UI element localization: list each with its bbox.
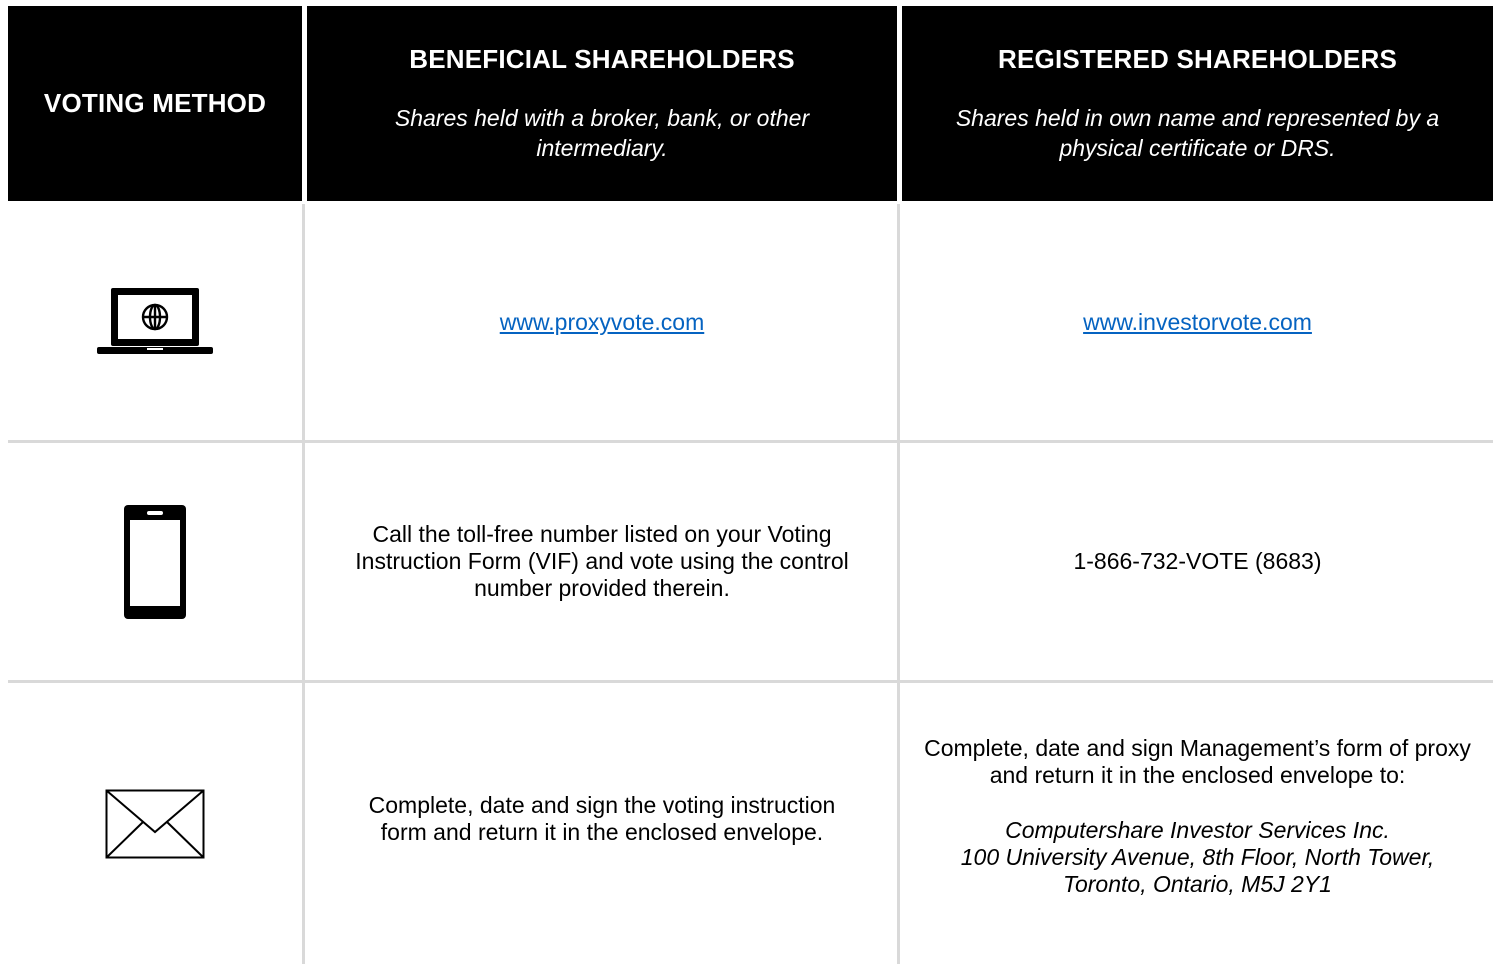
registered-title: REGISTERED SHAREHOLDERS bbox=[998, 44, 1397, 74]
registered-subtitle: Shares held in own name and represented … bbox=[955, 105, 1440, 161]
registered-mail-text: Complete, date and sign Management’s for… bbox=[924, 735, 1471, 788]
beneficial-telephone-text: Call the toll-free number listed on your… bbox=[355, 521, 849, 601]
method-mail bbox=[8, 683, 302, 964]
beneficial-subtitle: Shares held with a broker, bank, or othe… bbox=[394, 105, 810, 161]
voting-method-title: VOTING METHOD bbox=[43, 88, 267, 118]
beneficial-internet: www.proxyvote.com bbox=[307, 204, 897, 440]
address-line-1: Computershare Investor Services Inc. bbox=[1005, 817, 1390, 843]
investorvote-link[interactable]: www.investorvote.com bbox=[1083, 309, 1312, 336]
proxyvote-link[interactable]: www.proxyvote.com bbox=[500, 309, 705, 336]
method-telephone bbox=[8, 443, 302, 680]
address-line-2: 100 University Avenue, 8th Floor, North … bbox=[960, 844, 1435, 870]
beneficial-mail: Complete, date and sign the voting instr… bbox=[307, 683, 897, 964]
method-internet bbox=[8, 204, 302, 440]
header-voting-method: VOTING METHOD bbox=[8, 6, 302, 201]
registered-telephone: 1-866-732-VOTE (8683) bbox=[902, 443, 1493, 680]
phone-icon bbox=[124, 504, 186, 619]
column-divider bbox=[897, 204, 900, 964]
column-divider bbox=[302, 204, 305, 964]
beneficial-telephone: Call the toll-free number listed on your… bbox=[307, 443, 897, 680]
beneficial-title: BENEFICIAL SHAREHOLDERS bbox=[409, 44, 795, 74]
registered-phone-number: 1-866-732-VOTE (8683) bbox=[1073, 548, 1322, 574]
laptop-globe-icon bbox=[97, 288, 213, 354]
header-registered: REGISTERED SHAREHOLDERS Shares held in o… bbox=[902, 6, 1493, 201]
beneficial-mail-text: Complete, date and sign the voting instr… bbox=[368, 791, 836, 845]
envelope-icon bbox=[105, 789, 205, 858]
registered-mail: Complete, date and sign Management’s for… bbox=[902, 683, 1493, 964]
mailing-address: Computershare Investor Services Inc. 100… bbox=[912, 817, 1483, 898]
address-line-3: Toronto, Ontario, M5J 2Y1 bbox=[1063, 871, 1332, 897]
registered-internet: www.investorvote.com bbox=[902, 204, 1493, 440]
header-beneficial: BENEFICIAL SHAREHOLDERS Shares held with… bbox=[307, 6, 897, 201]
